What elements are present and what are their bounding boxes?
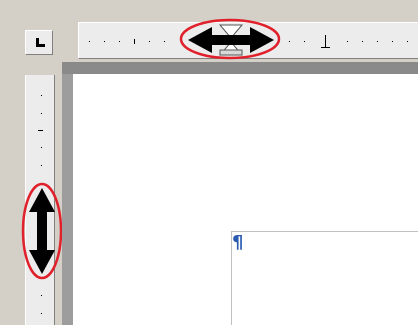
- paragraph-mark: ¶: [232, 232, 244, 253]
- left-tab-stop-icon: [36, 38, 45, 47]
- tab-stop-selector-button[interactable]: [25, 30, 53, 55]
- vertical-margin-highlight: [21, 182, 63, 280]
- document-editor-window: ¶: [0, 0, 418, 325]
- page-top-margin-shadow: [62, 62, 418, 74]
- text-area-boundary: [231, 231, 418, 325]
- horizontal-indent-highlight: [179, 18, 281, 60]
